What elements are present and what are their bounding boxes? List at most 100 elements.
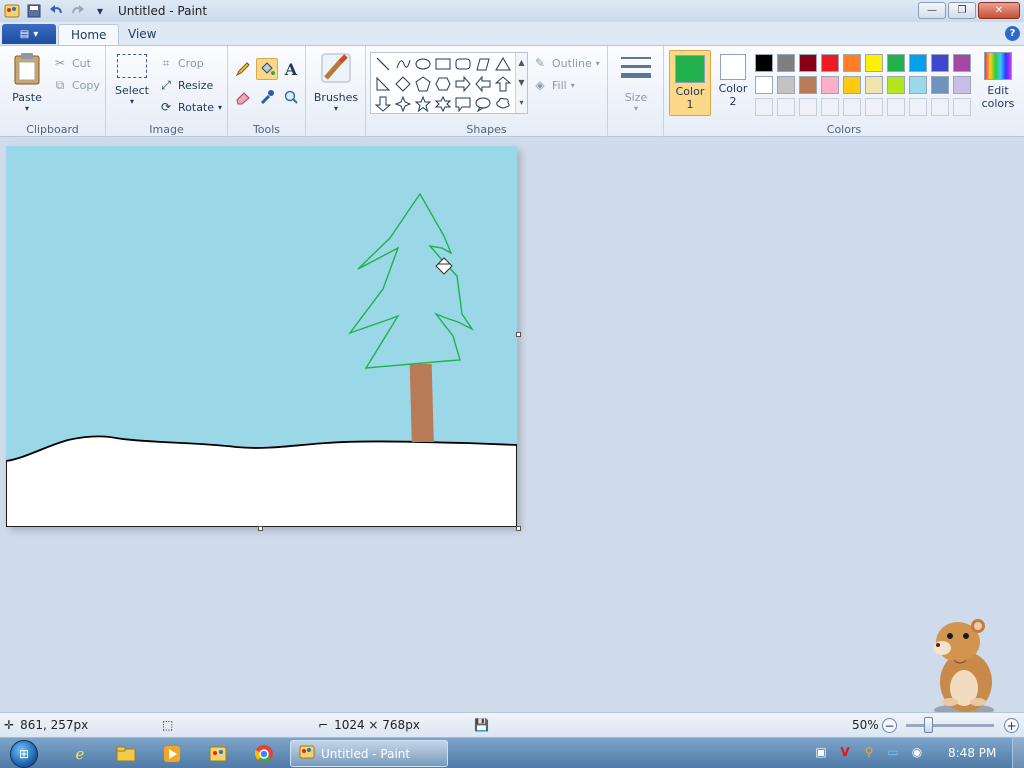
clock[interactable]: 8:48 PM bbox=[948, 746, 996, 760]
edit-colors-button[interactable]: Edit colors bbox=[976, 52, 1020, 110]
color2-button[interactable]: Color 2 bbox=[714, 50, 752, 116]
undo-icon[interactable] bbox=[48, 3, 64, 19]
palette-color-swatch[interactable] bbox=[953, 76, 971, 94]
magnifier-icon[interactable] bbox=[280, 86, 302, 108]
text-tool-icon[interactable]: A bbox=[280, 58, 302, 80]
left-arrow-shape-icon[interactable] bbox=[473, 74, 493, 94]
size-button[interactable]: Size ▾ bbox=[618, 54, 654, 113]
outline-button[interactable]: ✎ Outline ▾ bbox=[532, 55, 600, 71]
diamond-shape-icon[interactable] bbox=[393, 74, 413, 94]
palette-color-swatch[interactable] bbox=[953, 54, 971, 72]
paint-taskbar-icon[interactable] bbox=[206, 742, 230, 766]
right-arrow-shape-icon[interactable] bbox=[453, 74, 473, 94]
palette-color-swatch[interactable] bbox=[887, 76, 905, 94]
chrome-icon[interactable] bbox=[252, 742, 276, 766]
oval-callout-shape-icon[interactable] bbox=[473, 94, 493, 114]
palette-empty-swatch[interactable] bbox=[843, 98, 861, 116]
palette-empty-swatch[interactable] bbox=[931, 98, 949, 116]
scroll-up-icon[interactable]: ▲ bbox=[516, 53, 527, 73]
palette-color-swatch[interactable] bbox=[799, 54, 817, 72]
customize-qat-icon[interactable]: ▾ bbox=[92, 3, 108, 19]
palette-color-swatch[interactable] bbox=[755, 76, 773, 94]
curve-shape-icon[interactable] bbox=[393, 54, 413, 74]
palette-color-swatch[interactable] bbox=[865, 76, 883, 94]
palette-color-swatch[interactable] bbox=[777, 76, 795, 94]
fill-bucket-icon[interactable] bbox=[256, 58, 278, 80]
up-arrow-shape-icon[interactable] bbox=[493, 74, 513, 94]
resize-handle-bottom[interactable] bbox=[258, 526, 263, 531]
four-point-star-shape-icon[interactable] bbox=[393, 94, 413, 114]
palette-empty-swatch[interactable] bbox=[821, 98, 839, 116]
palette-color-swatch[interactable] bbox=[799, 76, 817, 94]
zoom-slider-track[interactable] bbox=[906, 724, 994, 727]
palette-empty-swatch[interactable] bbox=[887, 98, 905, 116]
color-picker-icon[interactable] bbox=[256, 86, 278, 108]
oval-shape-icon[interactable] bbox=[413, 54, 433, 74]
tray-app-icon[interactable]: ▣ bbox=[812, 743, 830, 761]
redo-icon[interactable] bbox=[70, 3, 86, 19]
palette-empty-swatch[interactable] bbox=[953, 98, 971, 116]
scroll-down-icon[interactable]: ▼ bbox=[516, 73, 527, 93]
paint-task-button[interactable]: Untitled - Paint bbox=[290, 740, 448, 767]
palette-color-swatch[interactable] bbox=[821, 54, 839, 72]
drawing-canvas[interactable] bbox=[6, 146, 517, 527]
five-point-star-shape-icon[interactable] bbox=[413, 94, 433, 114]
zoom-out-button[interactable]: − bbox=[882, 718, 897, 733]
save-icon[interactable] bbox=[26, 3, 42, 19]
rotate-button[interactable]: ⟳ Rotate ▾ bbox=[158, 99, 222, 115]
color1-button[interactable]: Color 1 bbox=[669, 50, 711, 116]
file-explorer-icon[interactable] bbox=[114, 742, 138, 766]
triangle-shape-icon[interactable] bbox=[493, 54, 513, 74]
down-arrow-shape-icon[interactable] bbox=[373, 94, 393, 114]
internet-explorer-icon[interactable]: ℯ bbox=[68, 742, 92, 766]
rect-callout-shape-icon[interactable] bbox=[453, 94, 473, 114]
help-icon[interactable]: ? bbox=[1005, 26, 1020, 41]
expand-gallery-icon[interactable]: ▾ bbox=[516, 93, 527, 113]
paste-button[interactable]: Paste ▾ bbox=[8, 52, 46, 113]
minimize-button[interactable]: — bbox=[918, 2, 946, 19]
show-desktop-button[interactable] bbox=[1012, 738, 1024, 768]
eraser-icon[interactable] bbox=[232, 86, 254, 108]
select-button[interactable]: Select ▾ bbox=[112, 54, 152, 106]
maximize-button[interactable]: ❐ bbox=[948, 2, 976, 19]
palette-empty-swatch[interactable] bbox=[909, 98, 927, 116]
palette-empty-swatch[interactable] bbox=[755, 98, 773, 116]
palette-color-swatch[interactable] bbox=[821, 76, 839, 94]
antivirus-icon[interactable]: V bbox=[836, 743, 854, 761]
search-tray-icon[interactable]: ⚲ bbox=[860, 743, 878, 761]
hexagon-shape-icon[interactable] bbox=[433, 74, 453, 94]
copy-button[interactable]: ⧉ Copy bbox=[52, 77, 100, 93]
palette-color-swatch[interactable] bbox=[843, 76, 861, 94]
palette-empty-swatch[interactable] bbox=[777, 98, 795, 116]
cloud-callout-shape-icon[interactable] bbox=[493, 94, 513, 114]
palette-color-swatch[interactable] bbox=[931, 54, 949, 72]
paint-app-icon[interactable] bbox=[4, 3, 20, 19]
brushes-button[interactable]: Brushes ▾ bbox=[314, 52, 358, 113]
pencil-icon[interactable] bbox=[232, 58, 254, 80]
resize-handle-corner[interactable] bbox=[516, 526, 521, 531]
fill-button[interactable]: ◈ Fill ▾ bbox=[532, 77, 574, 93]
paint-menu-button[interactable]: ▤ ▾ bbox=[2, 24, 56, 44]
tab-view[interactable]: View bbox=[116, 24, 168, 45]
rounded-rectangle-shape-icon[interactable] bbox=[453, 54, 473, 74]
crop-button[interactable]: ⌗ Crop bbox=[158, 55, 204, 71]
resize-handle-right[interactable] bbox=[516, 332, 521, 337]
resize-button[interactable]: ⤢ Resize bbox=[158, 77, 213, 93]
rectangle-shape-icon[interactable] bbox=[433, 54, 453, 74]
palette-color-swatch[interactable] bbox=[909, 54, 927, 72]
zoom-in-button[interactable]: + bbox=[1004, 718, 1019, 733]
media-player-icon[interactable] bbox=[160, 742, 184, 766]
cut-button[interactable]: ✂ Cut bbox=[52, 55, 91, 71]
pentagon-shape-icon[interactable] bbox=[413, 74, 433, 94]
palette-color-swatch[interactable] bbox=[931, 76, 949, 94]
palette-color-swatch[interactable] bbox=[865, 54, 883, 72]
record-icon[interactable]: ◉ bbox=[908, 743, 926, 761]
tab-home[interactable]: Home bbox=[58, 24, 120, 45]
palette-color-swatch[interactable] bbox=[755, 54, 773, 72]
palette-color-swatch[interactable] bbox=[843, 54, 861, 72]
palette-empty-swatch[interactable] bbox=[865, 98, 883, 116]
line-shape-icon[interactable] bbox=[373, 54, 393, 74]
close-button[interactable]: ✕ bbox=[978, 2, 1020, 19]
polygon-shape-icon[interactable] bbox=[473, 54, 493, 74]
palette-color-swatch[interactable] bbox=[777, 54, 795, 72]
